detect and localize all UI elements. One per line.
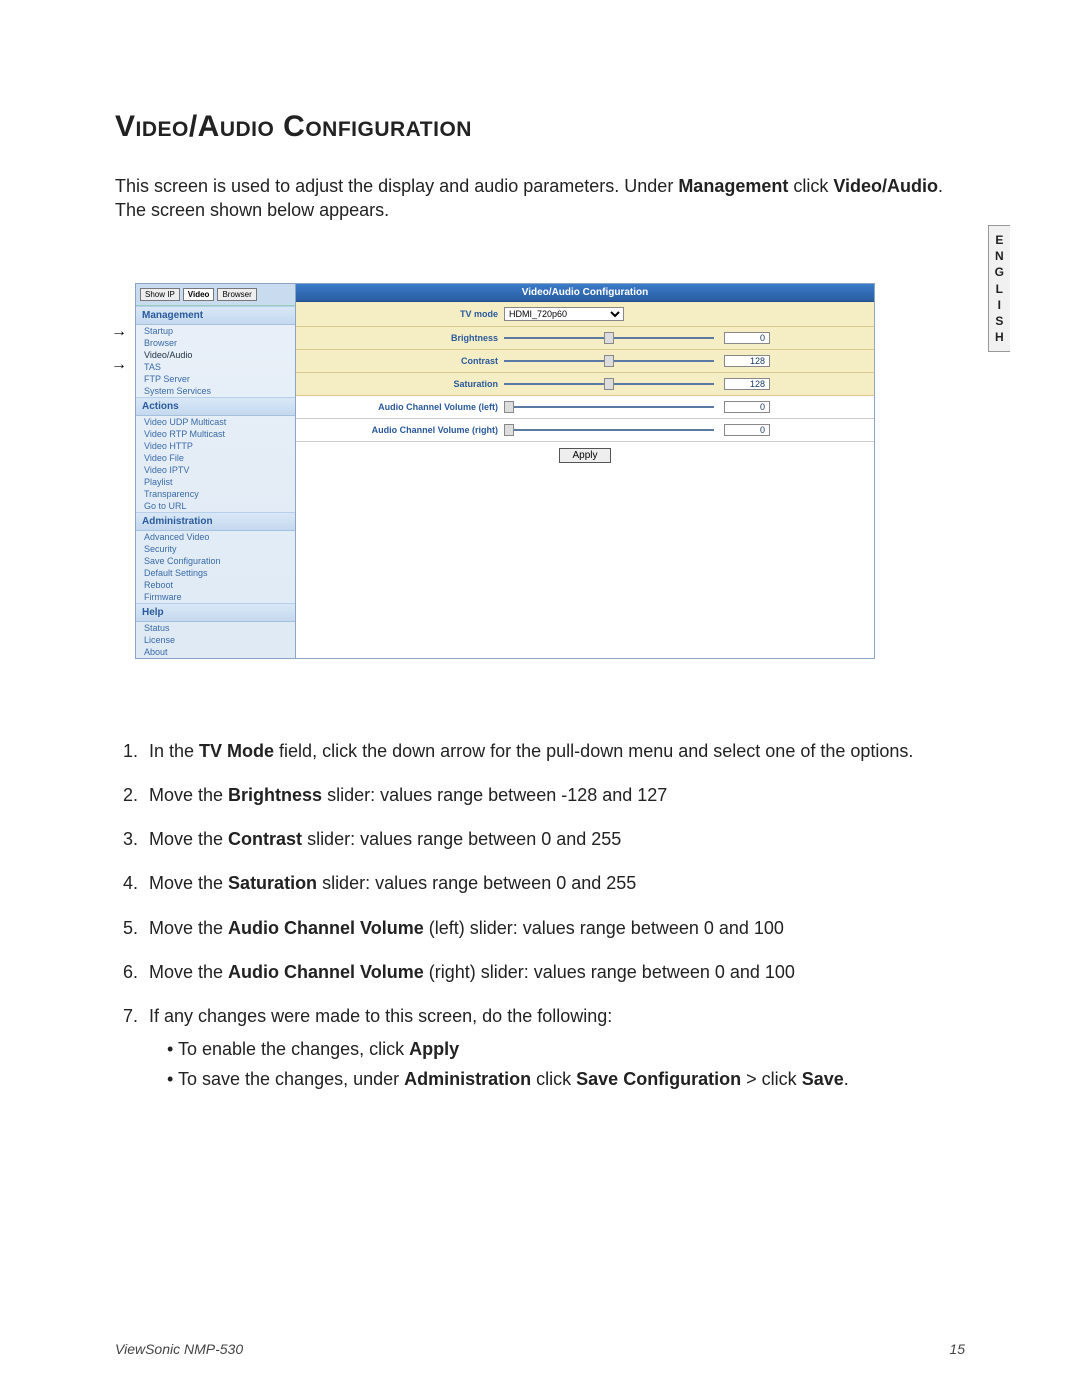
contrast-value: 128 [724,355,770,367]
sidebar-item[interactable]: System Services [136,385,295,397]
config-main: Video/Audio Configuration TV mode HDMI_7… [296,284,874,658]
language-tab-english: ENGLISH [988,225,1010,352]
sidebar-item[interactable]: Video HTTP [136,440,295,452]
sidebar-item[interactable]: About [136,646,295,658]
acv-right-label: Audio Channel Volume (right) [304,425,504,435]
contrast-slider[interactable] [504,360,714,362]
intro-bold-videoaudio: Video/Audio [833,176,938,196]
sidebar-item[interactable]: Firmware [136,591,295,603]
brightness-value: 0 [724,332,770,344]
step-3: Move the Contrast slider: values range b… [143,827,965,851]
step-7: If any changes were made to this screen,… [143,1004,965,1091]
video-button[interactable]: Video [183,288,215,301]
row-acv-right: Audio Channel Volume (right) 0 [296,419,874,442]
step-5: Move the Audio Channel Volume (left) sli… [143,916,965,940]
saturation-value: 128 [724,378,770,390]
sidebar-item[interactable]: Video UDP Multicast [136,416,295,428]
sidebar-item[interactable]: TAS [136,361,295,373]
instruction-list: In the TV Mode field, click the down arr… [115,739,965,1092]
sidebar: Show IP Video Browser Management Startup… [136,284,296,658]
acv-left-label: Audio Channel Volume (left) [304,402,504,412]
page-footer: ViewSonic NMP-530 15 [115,1341,965,1357]
tvmode-label: TV mode [304,309,504,319]
sidebar-item[interactable]: License [136,634,295,646]
step-7-sub-2: To save the changes, under Administratio… [167,1067,965,1091]
row-saturation: Saturation 128 [296,373,874,396]
intro-paragraph: This screen is used to adjust the displa… [115,174,965,223]
sidebar-item[interactable]: FTP Server [136,373,295,385]
row-apply: Apply [296,442,874,469]
step-6: Move the Audio Channel Volume (right) sl… [143,960,965,984]
sidebar-item[interactable]: Playlist [136,476,295,488]
sidebar-item[interactable]: Status [136,622,295,634]
sidebar-item[interactable]: Security [136,543,295,555]
sidebar-top-buttons: Show IP Video Browser [136,284,295,306]
row-contrast: Contrast 128 [296,350,874,373]
contrast-label: Contrast [304,356,504,366]
step-4: Move the Saturation slider: values range… [143,871,965,895]
sidebar-head-management: Management [136,306,295,325]
step-2: Move the Brightness slider: values range… [143,783,965,807]
sidebar-item[interactable]: Default Settings [136,567,295,579]
sidebar-item[interactable]: Save Configuration [136,555,295,567]
brightness-label: Brightness [304,333,504,343]
acv-right-slider[interactable] [504,429,714,431]
sidebar-item[interactable]: Browser [136,337,295,349]
saturation-slider[interactable] [504,383,714,385]
sidebar-item[interactable]: Reboot [136,579,295,591]
sidebar-item[interactable]: Video File [136,452,295,464]
sidebar-item[interactable]: Video RTP Multicast [136,428,295,440]
sidebar-head-administration: Administration [136,512,295,531]
show-ip-button[interactable]: Show IP [140,288,180,301]
step-7-sublist: To enable the changes, click Apply To sa… [149,1037,965,1092]
sidebar-item[interactable]: Video IPTV [136,464,295,476]
apply-button[interactable]: Apply [559,448,610,463]
acv-left-slider[interactable] [504,406,714,408]
row-brightness: Brightness 0 [296,327,874,350]
arrow-icon: → [111,356,127,374]
intro-text: This screen is used to adjust the displa… [115,176,678,196]
step-7-sub-1: To enable the changes, click Apply [167,1037,965,1061]
arrow-icon: → [111,323,127,341]
blank-area [296,469,874,599]
screenshot-panel: Show IP Video Browser Management Startup… [135,283,875,659]
footer-product: ViewSonic NMP-530 [115,1341,243,1357]
intro-text: click [788,176,833,196]
acv-right-value: 0 [724,424,770,436]
tvmode-select[interactable]: HDMI_720p60 [504,307,624,321]
sidebar-item[interactable]: Advanced Video [136,531,295,543]
sidebar-item[interactable]: Transparency [136,488,295,500]
page-title: Video/Audio Configuration [115,110,965,144]
sidebar-item[interactable]: Startup [136,325,295,337]
sidebar-item-video-audio[interactable]: Video/Audio [136,349,295,361]
browser-button[interactable]: Browser [217,288,256,301]
sidebar-item[interactable]: Go to URL [136,500,295,512]
sidebar-head-help: Help [136,603,295,622]
panel-title: Video/Audio Configuration [296,284,874,302]
saturation-label: Saturation [304,379,504,389]
intro-bold-management: Management [678,176,788,196]
acv-left-value: 0 [724,401,770,413]
brightness-slider[interactable] [504,337,714,339]
footer-page-number: 15 [949,1341,965,1357]
step-1: In the TV Mode field, click the down arr… [143,739,965,763]
row-acv-left: Audio Channel Volume (left) 0 [296,396,874,419]
row-tvmode: TV mode HDMI_720p60 [296,302,874,327]
sidebar-head-actions: Actions [136,397,295,416]
